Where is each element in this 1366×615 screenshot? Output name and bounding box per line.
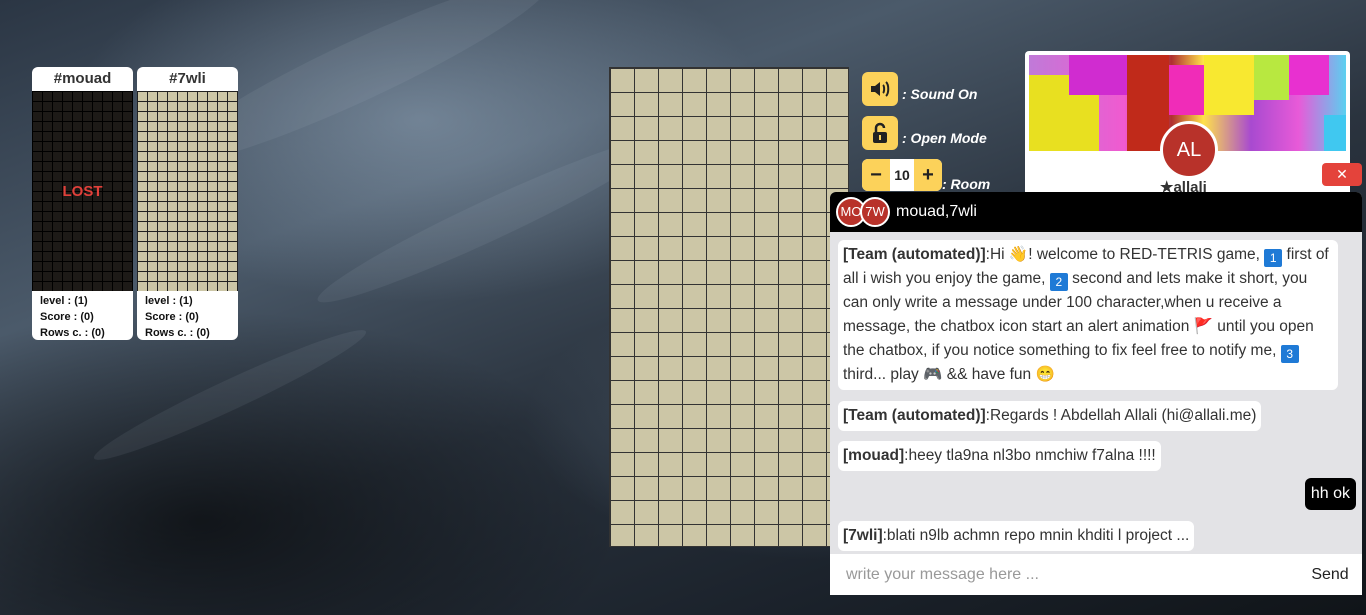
message-text: :Hi 👋! welcome to RED-TETRIS game, — [985, 246, 1265, 263]
cover-cube — [1289, 55, 1329, 95]
background-texture — [87, 318, 373, 472]
opponent-score: Score : (0) — [40, 311, 94, 323]
message-text: third... play 🎮 && have fun 😁 — [843, 366, 1055, 383]
opponent-stats: level : (1) Score : (0) Rows c. : (0) — [137, 291, 238, 340]
cover-cube — [1069, 55, 1129, 95]
opponent-name: #7wli — [169, 70, 206, 87]
cover-cube — [1324, 115, 1346, 151]
opponent-stats: level : (1) Score : (0) Rows c. : (0) — [32, 291, 133, 340]
message-text: :blati n9lb achmn repo mnin khditi l pro… — [882, 527, 1190, 544]
send-button[interactable]: Send — [1298, 566, 1362, 584]
opponent-grid: LOST — [32, 91, 133, 291]
speaker-icon — [871, 81, 890, 97]
chat-message-input[interactable] — [830, 564, 1298, 585]
mode-label: : Open Mode — [902, 130, 987, 146]
cover-cube — [1204, 55, 1254, 115]
message-author: [Team (automated)] — [843, 246, 986, 263]
cover-cube — [1254, 55, 1289, 100]
chat-title: mouad,7wli — [896, 203, 977, 220]
room-label: : Room — [942, 176, 991, 192]
message-author: [mouad] — [843, 447, 905, 464]
opponent-rows: Rows c. : (0) — [40, 327, 105, 339]
unlock-icon — [873, 122, 887, 143]
opponent-board-mouad: #mouad LOST level : (1) Score : (0) Rows… — [32, 67, 133, 340]
chat-message: [Team (automated)]:Hi 👋! welcome to RED-… — [838, 240, 1338, 390]
opponent-board-7wli: #7wli level : (1) Score : (0) Rows c. : … — [137, 67, 238, 340]
keycap-2-icon: 2 — [1049, 273, 1068, 291]
opponent-grid — [137, 91, 238, 291]
profile-avatar: AL — [1160, 121, 1218, 179]
opponent-level: level : (1) — [40, 295, 88, 307]
sound-toggle-button[interactable] — [862, 72, 898, 106]
chat-messages[interactable]: [Team (automated)]:Hi 👋! welcome to RED-… — [830, 232, 1362, 554]
main-tetris-board[interactable] — [609, 67, 849, 547]
sound-label: : Sound On — [902, 86, 978, 102]
cover-cube — [1169, 65, 1209, 115]
chat-message: [Team (automated)]:Regards ! Abdellah Al… — [838, 401, 1262, 431]
opponent-score: Score : (0) — [145, 311, 199, 323]
close-button[interactable]: ✕ — [1322, 163, 1362, 186]
lost-label: LOST — [62, 183, 103, 200]
keycap-1-icon: 1 — [1264, 249, 1283, 267]
chat-header[interactable]: MO 7W mouad,7wli — [830, 192, 1362, 232]
message-text: :heey tla9na nl3bo nmchiw f7alna !!!! — [904, 447, 1156, 464]
chat-message: [mouad]:heey tla9na nl3bo nmchiw f7alna … — [838, 441, 1161, 471]
room-increment-button[interactable]: + — [914, 159, 942, 191]
my-chat-message: hh ok — [1304, 478, 1356, 510]
message-author: [7wli] — [843, 527, 883, 544]
room-value: 10 — [894, 167, 910, 183]
chat-message: [7wli]:blati n9lb achmn repo mnin khditi… — [838, 521, 1195, 551]
message-text: :Regards ! Abdellah Allali (hi@allali.me… — [985, 407, 1257, 424]
message-author: [Team (automated)] — [843, 407, 986, 424]
keycap-3-icon: 3 — [1280, 345, 1299, 363]
opponent-level: level : (1) — [145, 295, 193, 307]
opponent-rows: Rows c. : (0) — [145, 327, 210, 339]
opponent-name: #mouad — [53, 70, 112, 87]
room-stepper: − 10 + — [862, 159, 942, 191]
mode-toggle-button[interactable] — [862, 116, 898, 150]
chat-box: MO 7W mouad,7wli [Team (automated)]:Hi 👋… — [830, 192, 1362, 595]
room-decrement-button[interactable]: − — [862, 159, 890, 191]
chat-avatar: 7W — [860, 197, 890, 227]
chat-input-row: Send — [830, 554, 1362, 595]
